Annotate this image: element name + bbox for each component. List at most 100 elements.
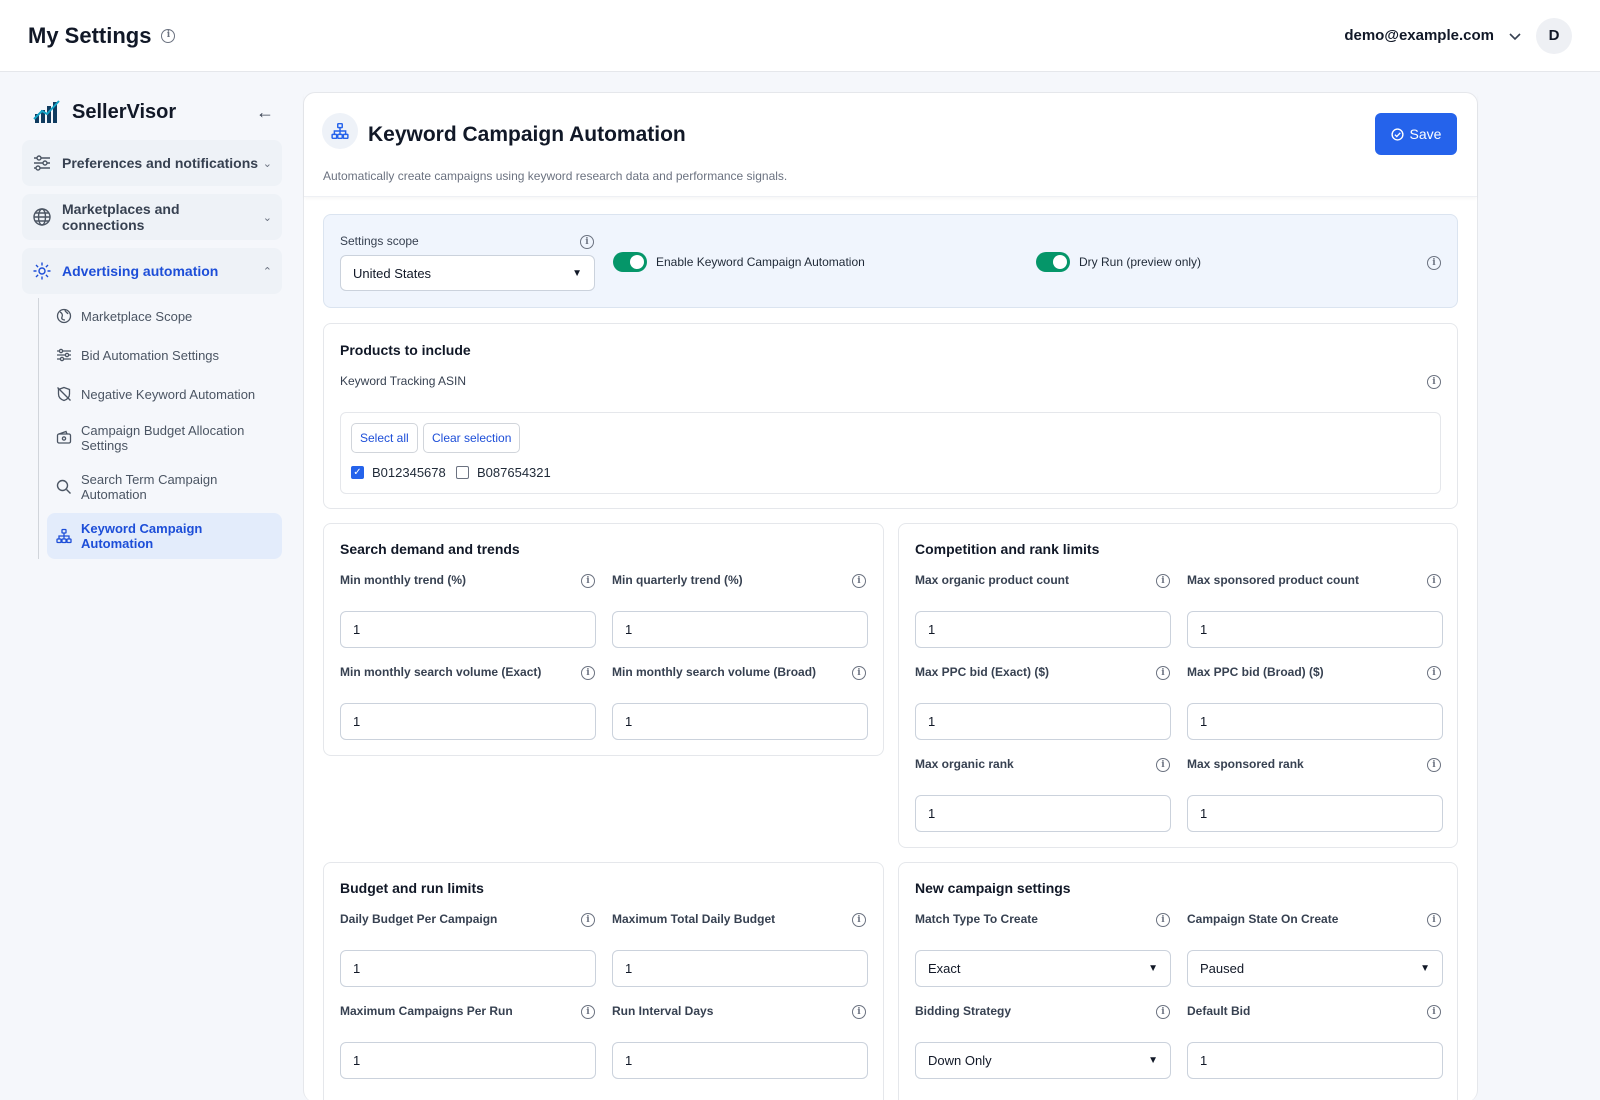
info-icon[interactable]: i [852,666,866,680]
field-label: Daily Budget Per Campaign [340,912,498,926]
scope-select[interactable]: United States ▼ [340,255,595,291]
sidebar-item-label: Search Term Campaign Automation [81,472,218,502]
chevron-down-icon[interactable] [1508,29,1522,43]
field-label: Max PPC bid (Exact) ($) [915,665,1050,679]
info-icon[interactable]: i [1427,1005,1441,1019]
advertising-subnav: Marketplace Scope Bid Automation Setting… [38,298,282,559]
search-icon [55,478,73,496]
new-campaign-title: New campaign settings [915,880,1071,896]
max-sponsored-rank-input[interactable]: 1 [1187,795,1443,832]
info-icon[interactable]: i [581,666,595,680]
max-total-budget-input[interactable]: 1 [612,950,868,987]
dry-run-toggle[interactable] [1036,252,1070,272]
clear-selection-button[interactable]: Clear selection [423,423,521,453]
chevron-down-icon: ▼ [572,267,582,279]
info-icon[interactable]: i [1427,913,1441,927]
sidebar-item-search-term[interactable]: Search Term Campaign Automation [47,464,282,510]
sidebar-item-budget-allocation[interactable]: Campaign Budget Allocation Settings [47,415,282,461]
field-label: Run Interval Days [612,1004,714,1018]
sidebar-item-bid-automation[interactable]: Bid Automation Settings [47,337,282,373]
info-icon[interactable]: i [1156,574,1170,588]
select-all-button[interactable]: Select all [351,423,418,453]
products-panel: Products to include Keyword Tracking ASI… [323,323,1458,509]
nav-group-marketplaces[interactable]: Marketplaces and connections ⌄ [22,194,282,240]
info-icon[interactable]: i [852,1005,866,1019]
sidebar-item-label: Bid Automation Settings [81,347,220,363]
collapse-sidebar-icon[interactable]: ← [256,102,274,123]
daily-budget-input[interactable]: 1 [340,950,596,987]
info-icon[interactable]: i [852,913,866,927]
field-label: Default Bid [1187,1004,1251,1018]
max-sponsored-count-input[interactable]: 1 [1187,611,1443,648]
brand-name: SellerVisor [72,100,177,123]
info-icon[interactable]: i [1156,666,1170,680]
nav-group-advertising[interactable]: Advertising automation ⌃ [22,248,282,294]
run-interval-input[interactable]: 1 [612,1042,868,1079]
asin-selector: Select all Clear selection ✓ B012345678 … [340,412,1441,494]
info-icon[interactable]: i [1427,666,1441,680]
min-monthly-trend-input[interactable]: 1 [340,611,596,648]
info-icon[interactable]: i [1156,1005,1170,1019]
default-bid-input[interactable]: 1 [1187,1042,1443,1079]
info-icon[interactable]: i [581,574,595,588]
account-area: demo@example.com D [1344,17,1572,54]
max-campaigns-input[interactable]: 1 [340,1042,596,1079]
info-icon[interactable]: i [1156,913,1170,927]
network-icon [55,527,73,545]
max-ppc-broad-input[interactable]: 1 [1187,703,1443,740]
campaign-state-value: Paused [1200,961,1245,976]
max-ppc-exact-input[interactable]: 1 [915,703,1171,740]
info-icon[interactable]: i [1427,758,1441,772]
checkbox-checked-icon[interactable]: ✓ [351,466,364,479]
min-volume-broad-input[interactable]: 1 [612,703,868,740]
checkbox-unchecked-icon[interactable] [456,466,469,479]
sidebar: SellerVisor ← Preferences and notificati… [22,92,282,562]
chevron-down-icon: ⌄ [262,157,272,170]
sidebar-item-negative-keyword[interactable]: Negative Keyword Automation [47,376,282,412]
nav-group-preferences[interactable]: Preferences and notifications ⌄ [22,140,282,186]
max-organic-rank-input[interactable]: 1 [915,795,1171,832]
panel-header: Keyword Campaign Automation Automaticall… [304,93,1477,197]
sidebar-item-label: Keyword Campaign Automation [81,521,203,551]
section-subtitle: Automatically create campaigns using key… [323,169,788,183]
wallet-icon [55,429,73,447]
nav-group-label: Marketplaces and connections [62,201,180,233]
sidebar-item-keyword-campaign[interactable]: Keyword Campaign Automation [47,513,282,559]
save-button[interactable]: Save [1375,113,1457,155]
field-label: Campaign State On Create [1187,912,1339,926]
info-icon[interactable]: i [1427,375,1441,389]
field-label: Bidding Strategy [915,1004,1012,1018]
demand-title: Search demand and trends [340,541,520,557]
section-title: Keyword Campaign Automation [368,123,686,146]
chevron-down-icon: ▼ [1420,963,1430,974]
field-label: Max organic product count [915,573,1070,587]
sliders-icon [55,346,73,364]
asin-label: Keyword Tracking ASIN [340,374,467,388]
info-icon[interactable]: i [581,1005,595,1019]
field-label: Min monthly search volume (Broad) [612,665,817,679]
avatar[interactable]: D [1536,17,1572,54]
asin-checkbox-item[interactable]: B087654321 [456,465,551,480]
info-icon[interactable]: i [161,28,176,43]
account-email[interactable]: demo@example.com [1344,27,1494,44]
dry-run-label: Dry Run (preview only) [1079,255,1202,269]
info-icon[interactable]: i [581,913,595,927]
info-icon[interactable]: i [580,235,594,249]
demand-panel: Search demand and trends Min monthly tre… [323,523,884,756]
enable-automation-toggle[interactable] [613,252,647,272]
campaign-state-select[interactable]: Paused ▼ [1187,950,1443,987]
info-icon[interactable]: i [1427,574,1441,588]
asin-checkbox-item[interactable]: ✓ B012345678 [351,465,446,480]
match-type-select[interactable]: Exact ▼ [915,950,1171,987]
info-icon[interactable]: i [852,574,866,588]
field-label: Min monthly trend (%) [340,573,466,587]
min-volume-exact-input[interactable]: 1 [340,703,596,740]
min-quarterly-trend-input[interactable]: 1 [612,611,868,648]
max-organic-count-input[interactable]: 1 [915,611,1171,648]
field-label: Max sponsored product count [1187,573,1360,587]
page-title: My Settings [28,22,152,48]
info-icon[interactable]: i [1156,758,1170,772]
info-icon[interactable]: i [1427,256,1441,270]
sidebar-item-marketplace-scope[interactable]: Marketplace Scope [47,298,282,334]
bidding-strategy-select[interactable]: Down Only ▼ [915,1042,1171,1079]
